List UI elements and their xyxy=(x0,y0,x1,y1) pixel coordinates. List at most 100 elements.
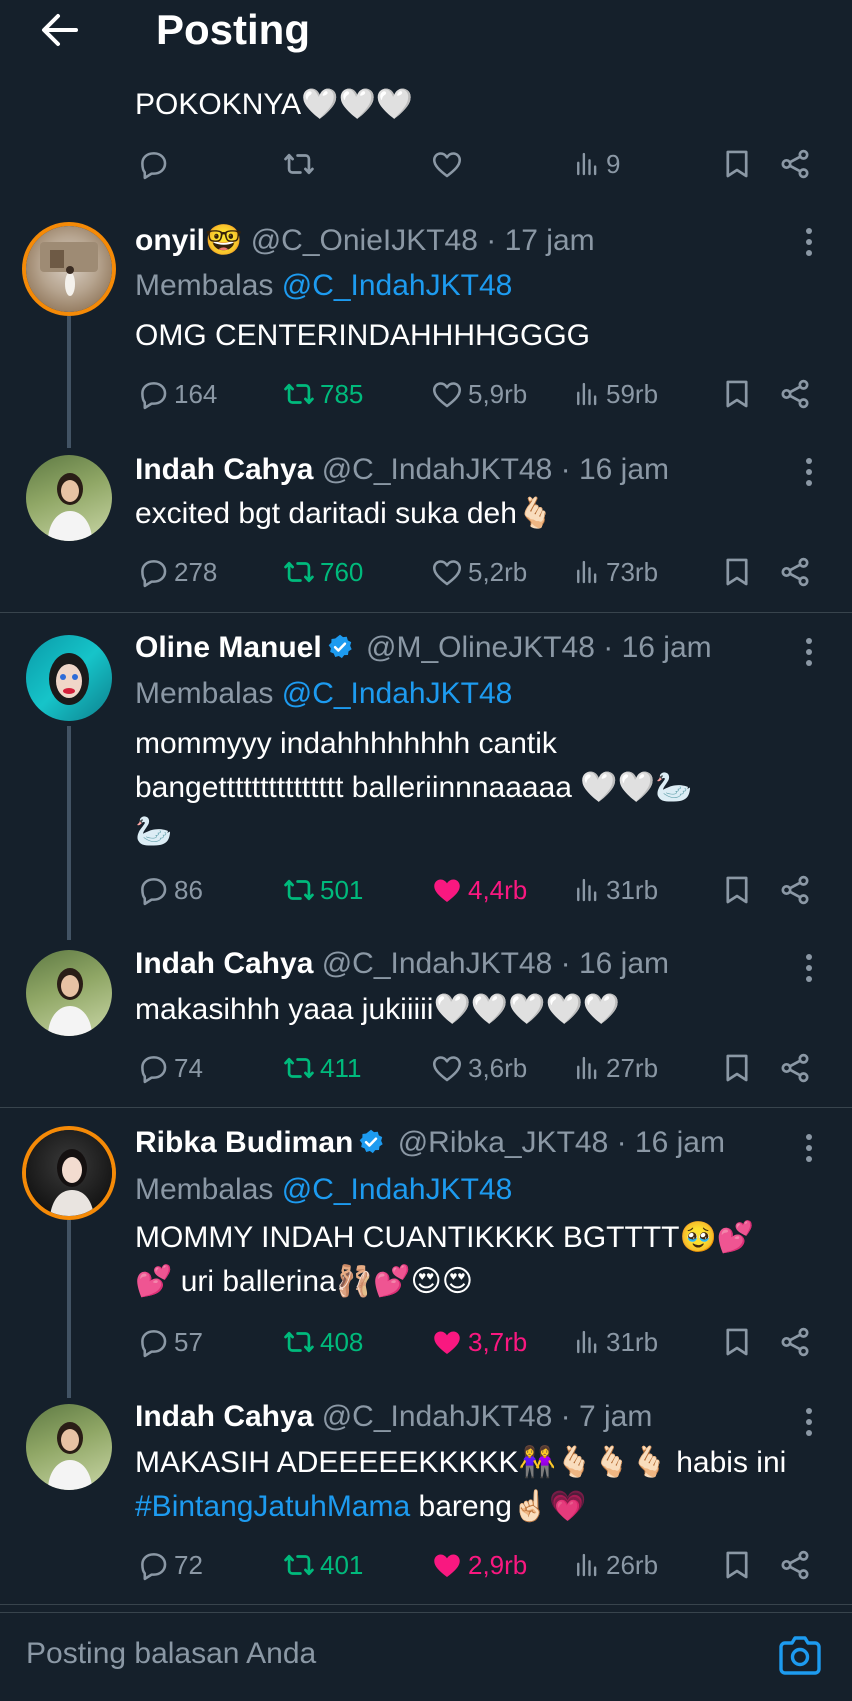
replying-handle-link[interactable]: @C_IndahJKT48 xyxy=(282,1173,513,1206)
author-name[interactable]: Oline Manuel xyxy=(135,631,322,664)
bookmark-button[interactable] xyxy=(720,374,754,414)
heart-filled-icon xyxy=(430,1548,464,1582)
repost-button[interactable]: 401 xyxy=(282,1545,363,1585)
post-text-line: mommyyy indahhhhhhhh cantik xyxy=(135,727,557,760)
heart-filled-icon xyxy=(430,873,464,907)
author-name[interactable]: Indah Cahya xyxy=(135,947,313,980)
reply-button[interactable]: 278 xyxy=(136,552,217,592)
author-name[interactable]: Indah Cahya xyxy=(135,1400,313,1433)
views-button[interactable]: 31rb xyxy=(572,870,658,910)
reply-button[interactable]: 72 xyxy=(136,1545,203,1585)
replying-label: Membalas xyxy=(135,677,274,710)
post-text-line: 💕 uri ballerina🩰💕😍😍 xyxy=(135,1265,474,1298)
replying-handle-link[interactable]: @C_IndahJKT48 xyxy=(282,269,513,302)
views-button[interactable]: 27rb xyxy=(572,1048,658,1088)
views-button[interactable]: 9 xyxy=(572,144,620,184)
reply-button[interactable] xyxy=(136,144,170,184)
author-handle[interactable]: @M_OlineJKT48 xyxy=(366,631,595,664)
verified-badge-icon xyxy=(326,633,354,661)
hashtag-link[interactable]: #BintangJatuhMama xyxy=(135,1490,410,1523)
like-button[interactable]: 2,9rb xyxy=(430,1545,527,1585)
author-handle[interactable]: @C_IndahJKT48 xyxy=(322,1400,553,1433)
author-name[interactable]: Ribka Budiman xyxy=(135,1126,353,1159)
repost-button[interactable]: 408 xyxy=(282,1322,363,1362)
reply-input[interactable]: Posting balasan Anda xyxy=(26,1637,316,1671)
reply-composer: Posting balasan Anda xyxy=(0,1612,852,1701)
share-button[interactable] xyxy=(778,374,812,414)
post-header: Indah Cahya @C_IndahJKT48 · 16 jam xyxy=(135,944,669,984)
share-button[interactable] xyxy=(778,1048,812,1088)
like-button[interactable] xyxy=(430,144,464,184)
camera-icon[interactable] xyxy=(776,1633,824,1679)
more-icon[interactable] xyxy=(796,1130,822,1166)
post-header: Indah Cahya @C_IndahJKT48 · 7 jam xyxy=(135,1397,652,1437)
post-time: · 7 jam xyxy=(560,1400,653,1433)
share-icon xyxy=(778,1051,812,1085)
bookmark-icon xyxy=(720,1325,754,1359)
bookmark-icon xyxy=(720,873,754,907)
like-button[interactable]: 5,2rb xyxy=(430,552,527,592)
more-icon[interactable] xyxy=(796,454,822,490)
like-button[interactable]: 3,6rb xyxy=(430,1048,527,1088)
reply-button[interactable]: 57 xyxy=(136,1322,203,1362)
avatar[interactable] xyxy=(26,1130,112,1216)
bookmark-icon xyxy=(720,555,754,589)
like-button[interactable]: 4,4rb xyxy=(430,870,527,910)
bookmark-button[interactable] xyxy=(720,1545,754,1585)
repost-button[interactable]: 760 xyxy=(282,552,363,592)
avatar[interactable] xyxy=(26,226,112,312)
repost-button[interactable] xyxy=(282,144,316,184)
divider xyxy=(0,1604,852,1605)
reply-button[interactable]: 86 xyxy=(136,870,203,910)
post-time: · 16 jam xyxy=(603,631,712,664)
more-icon[interactable] xyxy=(796,634,822,670)
repost-button[interactable]: 785 xyxy=(282,374,363,414)
share-button[interactable] xyxy=(778,1545,812,1585)
views-button[interactable]: 59rb xyxy=(572,374,658,414)
post-actions: 57 408 3,7rb 31rb xyxy=(0,1322,852,1362)
repost-button[interactable]: 501 xyxy=(282,870,363,910)
bookmark-button[interactable] xyxy=(720,144,754,184)
views-button[interactable]: 31rb xyxy=(572,1322,658,1362)
share-button[interactable] xyxy=(778,870,812,910)
post-text-line: #BintangJatuhMama bareng☝🏻💗 xyxy=(135,1485,587,1529)
avatar[interactable] xyxy=(26,1404,112,1490)
like-count: 4,4rb xyxy=(468,874,528,905)
like-button[interactable]: 3,7rb xyxy=(430,1322,527,1362)
post-time: · 16 jam xyxy=(560,947,670,980)
share-icon xyxy=(778,555,812,589)
avatar-photo-icon xyxy=(48,473,92,541)
author-handle[interactable]: @C_IndahJKT48 xyxy=(322,947,553,980)
bookmark-button[interactable] xyxy=(720,1048,754,1088)
views-icon xyxy=(572,557,602,587)
like-button[interactable]: 5,9rb xyxy=(430,374,527,414)
reply-count: 278 xyxy=(174,556,218,587)
repost-button[interactable]: 411 xyxy=(282,1048,361,1088)
share-button[interactable] xyxy=(778,1322,812,1362)
bookmark-button[interactable] xyxy=(720,1322,754,1362)
avatar[interactable] xyxy=(26,455,112,541)
author-handle[interactable]: @C_OnieIJKT48 xyxy=(251,224,478,257)
replying-handle-link[interactable]: @C_IndahJKT48 xyxy=(282,677,513,710)
views-button[interactable]: 73rb xyxy=(572,552,658,592)
repost-count: 401 xyxy=(320,1549,364,1580)
more-icon[interactable] xyxy=(796,1404,822,1440)
author-handle[interactable]: @C_IndahJKT48 xyxy=(322,453,553,486)
repost-count: 785 xyxy=(320,378,364,409)
more-icon[interactable] xyxy=(796,224,822,260)
share-button[interactable] xyxy=(778,144,812,184)
reply-button[interactable]: 74 xyxy=(136,1048,203,1088)
share-button[interactable] xyxy=(778,552,812,592)
back-arrow-icon[interactable] xyxy=(38,8,82,52)
more-icon[interactable] xyxy=(796,950,822,986)
avatar[interactable] xyxy=(26,950,112,1036)
views-button[interactable]: 26rb xyxy=(572,1545,658,1585)
bookmark-button[interactable] xyxy=(720,552,754,592)
replying-to: Membalas @C_IndahJKT48 xyxy=(135,674,512,714)
reply-button[interactable]: 164 xyxy=(136,374,217,414)
author-name[interactable]: Indah Cahya xyxy=(135,453,313,486)
bookmark-button[interactable] xyxy=(720,870,754,910)
author-handle[interactable]: @Ribka_JKT48 xyxy=(398,1126,609,1159)
avatar[interactable] xyxy=(26,635,112,721)
author-name[interactable]: onyil🤓 xyxy=(135,224,242,257)
